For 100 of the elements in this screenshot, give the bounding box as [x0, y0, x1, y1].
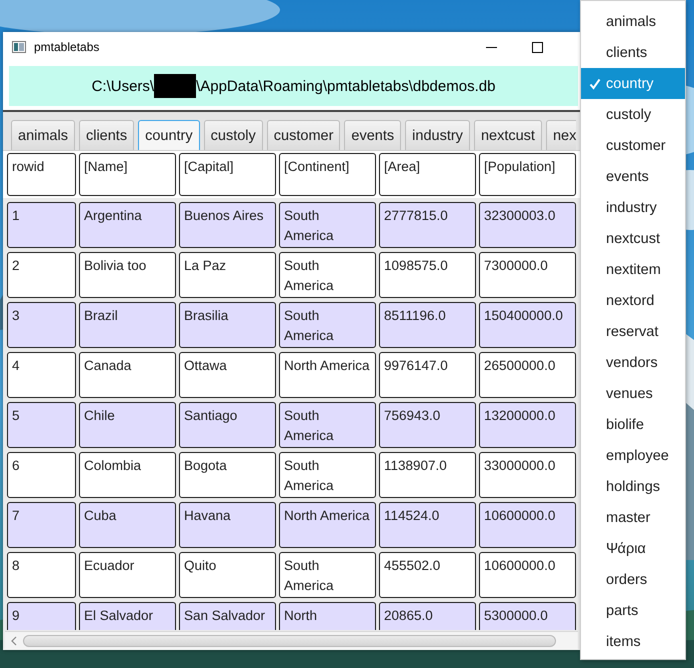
- menu-item[interactable]: items: [581, 626, 685, 657]
- redaction-bar: [154, 74, 196, 98]
- column-header[interactable]: [Continent]: [279, 153, 376, 196]
- table-cell: 7: [7, 502, 76, 548]
- table-cell: 9976147.0: [379, 352, 476, 398]
- menu-item[interactable]: customer: [581, 130, 685, 161]
- table-cell: Canada: [79, 352, 176, 398]
- path-text: \AppData\Roaming\pmtabletabs\dbdemos.db: [196, 78, 496, 94]
- table-cell: 10600000.0: [479, 502, 576, 548]
- table-cell: Cuba: [79, 502, 176, 548]
- table-cell: South America: [279, 552, 376, 598]
- maximize-icon[interactable]: [532, 42, 543, 52]
- tab[interactable]: clients: [78, 120, 134, 150]
- table-cell: Brazil: [79, 302, 176, 348]
- tab[interactable]: customer: [266, 120, 340, 150]
- menu-item[interactable]: reservat: [581, 316, 685, 347]
- table-cell: Chile: [79, 402, 176, 448]
- menu-item[interactable]: nextord: [581, 285, 685, 316]
- table-cell: 10600000.0: [479, 552, 576, 598]
- window-icon: [12, 41, 26, 53]
- menu-item[interactable]: industry: [581, 192, 685, 223]
- table-cell: North America: [279, 502, 376, 548]
- tab[interactable]: industry: [405, 120, 470, 150]
- table-cell: San Salvador: [179, 602, 276, 630]
- table-cell: 3: [7, 302, 76, 348]
- menu-item[interactable]: custoly: [581, 99, 685, 130]
- window-title: pmtabletabs: [34, 40, 100, 54]
- table-cell: Havana: [179, 502, 276, 548]
- tab[interactable]: animals: [11, 120, 75, 150]
- table-cell: 5: [7, 402, 76, 448]
- menu-item[interactable]: Ψάρια: [581, 533, 685, 564]
- table-cell: Ottawa: [179, 352, 276, 398]
- table-cell: El Salvador: [79, 602, 176, 630]
- table-cell: Bolivia too: [79, 252, 176, 298]
- table-cell: 20865.0: [379, 602, 476, 630]
- table-cell: South America: [279, 252, 376, 298]
- menu-item[interactable]: orders: [581, 564, 685, 595]
- tab[interactable]: custoly: [204, 120, 263, 150]
- column-header[interactable]: [Capital]: [179, 153, 276, 196]
- table-cell: 8: [7, 552, 76, 598]
- menu-item[interactable]: clients: [581, 37, 685, 68]
- path-text: C:\Users\: [92, 78, 154, 94]
- menu-item[interactable]: vendors: [581, 347, 685, 378]
- menu-item[interactable]: nextcust: [581, 223, 685, 254]
- table-cell: 2: [7, 252, 76, 298]
- menu-item[interactable]: nextitem: [581, 254, 685, 285]
- menu-item[interactable]: animals: [581, 6, 685, 37]
- scroll-left-icon[interactable]: [11, 636, 17, 646]
- table-cell: Argentina: [79, 202, 176, 248]
- table-cell: Buenos Aires: [179, 202, 276, 248]
- table-cell: 1138907.0: [379, 452, 476, 498]
- table-cell: 1098575.0: [379, 252, 476, 298]
- menu-item[interactable]: holdings: [581, 471, 685, 502]
- table-cell: 6: [7, 452, 76, 498]
- minimize-icon[interactable]: [486, 46, 497, 48]
- table-cell: Bogota: [179, 452, 276, 498]
- menu-item[interactable]: master: [581, 502, 685, 533]
- table-cell: 114524.0: [379, 502, 476, 548]
- table-cell: 9: [7, 602, 76, 630]
- tab[interactable]: country: [138, 120, 200, 150]
- table-cell: 33000000.0: [479, 452, 576, 498]
- column-header[interactable]: rowid: [7, 153, 76, 196]
- table-cell: 455502.0: [379, 552, 476, 598]
- table-cell: 2777815.0: [379, 202, 476, 248]
- table-cell: 8511196.0: [379, 302, 476, 348]
- table-cell: 32300003.0: [479, 202, 576, 248]
- table-cell: 4: [7, 352, 76, 398]
- table-cell: South America: [279, 302, 376, 348]
- table-cell: South America: [279, 202, 376, 248]
- table-cell: 5300000.0: [479, 602, 576, 630]
- menu-item[interactable]: employee: [581, 440, 685, 471]
- tab[interactable]: nex: [546, 120, 576, 150]
- table-cell: Ecuador: [79, 552, 176, 598]
- menu-item[interactable]: country: [581, 68, 685, 99]
- horizontal-scrollbar[interactable]: [5, 631, 578, 649]
- table-cell: Colombia: [79, 452, 176, 498]
- table-cell: 13200000.0: [479, 402, 576, 448]
- menu-item[interactable]: venues: [581, 378, 685, 409]
- scrollbar-thumb[interactable]: [23, 634, 556, 646]
- table-cell: North America: [279, 352, 376, 398]
- column-header[interactable]: [Population]: [479, 153, 576, 196]
- table-cell: South America: [279, 402, 376, 448]
- menu-item[interactable]: biolife: [581, 409, 685, 440]
- menu-item[interactable]: events: [581, 161, 685, 192]
- table-cell: La Paz: [179, 252, 276, 298]
- table-cell: Quito: [179, 552, 276, 598]
- check-icon: [589, 78, 601, 90]
- table-cell: North: [279, 602, 376, 630]
- table-cell: 150400000.0: [479, 302, 576, 348]
- table-cell: 7300000.0: [479, 252, 576, 298]
- table-cell: Brasilia: [179, 302, 276, 348]
- table-cell: 756943.0: [379, 402, 476, 448]
- column-header[interactable]: [Name]: [79, 153, 176, 196]
- tab[interactable]: events: [344, 120, 402, 150]
- table-cell: 1: [7, 202, 76, 248]
- menu-item[interactable]: parts: [581, 595, 685, 626]
- table-cell: Santiago: [179, 402, 276, 448]
- table-cell: South America: [279, 452, 376, 498]
- column-header[interactable]: [Area]: [379, 153, 476, 196]
- tab[interactable]: nextcust: [474, 120, 542, 150]
